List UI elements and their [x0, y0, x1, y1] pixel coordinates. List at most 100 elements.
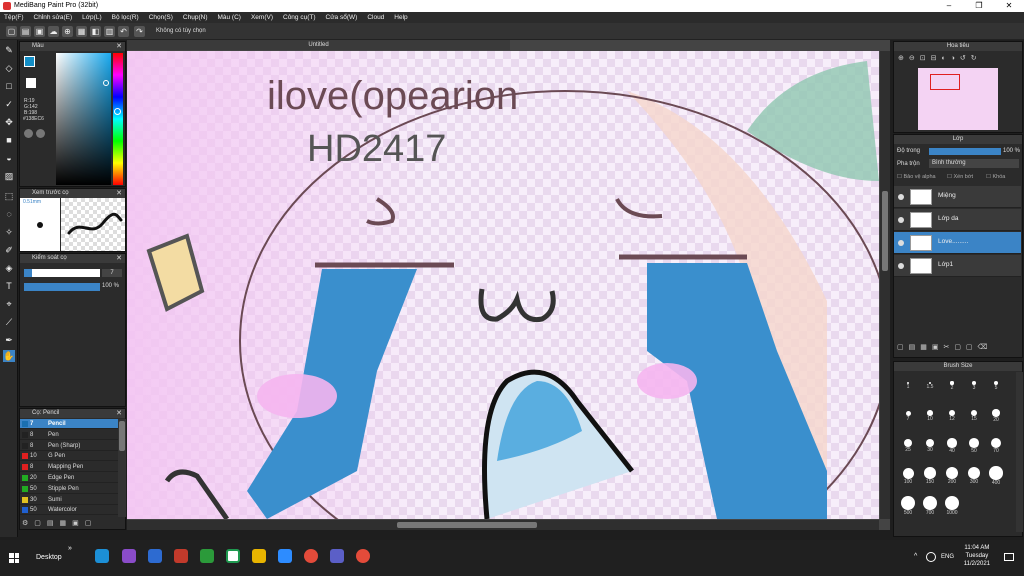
bucket-tool-icon[interactable]: ◒ — [3, 152, 15, 164]
palette-icon[interactable] — [24, 129, 33, 138]
menu-view[interactable]: Xem(V) — [251, 12, 273, 23]
open-icon[interactable]: ▤ — [20, 26, 31, 37]
transparent-color[interactable] — [26, 78, 36, 88]
minimize-button[interactable]: – — [934, 0, 964, 12]
brush-list-item[interactable]: 30 Sumi — [20, 495, 118, 505]
menu-edit[interactable]: Chỉnh sửa(E) — [34, 12, 73, 23]
menu-snap[interactable]: Chụp(N) — [183, 12, 208, 23]
brush-size-option[interactable]: 300 — [964, 466, 984, 485]
brush-tool-icon[interactable]: ✎ — [3, 44, 15, 56]
select-eraser-icon[interactable]: ◈ — [3, 262, 15, 274]
layer-row[interactable]: Miệng — [894, 186, 1021, 208]
medibang-icon[interactable] — [226, 549, 240, 563]
brush-list-item[interactable]: 10 G Pen — [20, 451, 118, 462]
select-pen-icon[interactable]: ✐ — [3, 244, 15, 256]
brush-size-option[interactable]: 1.5 — [920, 376, 940, 390]
zoom-icon[interactable]: ⊕ — [62, 26, 73, 37]
menu-tools[interactable]: Công cụ(T) — [283, 12, 316, 23]
eyedropper-icon[interactable]: ⟋ — [3, 316, 15, 328]
grid-icon[interactable]: ▦ — [76, 26, 87, 37]
brush-list-actions[interactable]: ⚙▢▤▦▣▢ — [22, 519, 126, 529]
menu-filter[interactable]: Bộ lọc(R) — [112, 12, 139, 23]
brush-size-option[interactable]: 700 — [920, 496, 940, 516]
system-clock[interactable]: 11:04 AM Tuesday 11/2/2021 — [964, 544, 990, 568]
maximize-button[interactable]: ❐ — [964, 0, 994, 12]
excel-icon[interactable] — [200, 549, 214, 563]
brush-list-item[interactable]: 50 Stipple Pen — [20, 484, 118, 494]
canvas-vscroll-thumb[interactable] — [882, 191, 888, 271]
menu-select[interactable]: Chọn(S) — [149, 12, 173, 23]
canvas-hscroll[interactable] — [127, 520, 879, 530]
chrome-2-icon[interactable] — [356, 549, 370, 563]
eraser-tool-icon[interactable]: ◇ — [3, 62, 15, 74]
brush-list-item[interactable]: 50 Watercolor — [20, 505, 118, 516]
brush-list-item[interactable]: 7 Pencil — [20, 419, 118, 429]
protect-alpha-checkbox[interactable]: ☐ Bảo vệ alpha — [897, 174, 936, 180]
brush-size-option[interactable]: 400 — [986, 466, 1006, 486]
navigator-thumbnail[interactable] — [918, 68, 998, 130]
layer-visibility-icon[interactable] — [898, 263, 904, 269]
move-tool-icon[interactable]: ✥ — [3, 116, 15, 128]
hand-tool-icon[interactable]: ✋ — [3, 350, 15, 362]
brush-size-slider[interactable] — [24, 269, 100, 277]
brush-list-item[interactable]: 8 Pen (Sharp) — [20, 441, 118, 451]
zoom-icon[interactable] — [278, 549, 292, 563]
menu-color[interactable]: Màu (C) — [217, 12, 240, 23]
network-icon[interactable] — [926, 552, 936, 562]
brush-list-thumb[interactable] — [119, 421, 125, 451]
layer-row[interactable]: Love......... — [894, 232, 1021, 254]
skype-icon[interactable] — [95, 549, 109, 563]
menu-cloud[interactable]: Cloud — [367, 12, 384, 23]
close-button[interactable]: ✕ — [994, 0, 1024, 12]
save-icon[interactable]: ▣ — [34, 26, 45, 37]
brush-size-option[interactable]: 70 — [986, 436, 1006, 454]
magic-wand-icon[interactable]: ✧ — [3, 226, 15, 238]
brush-size-value[interactable]: 7 — [102, 269, 122, 277]
brush-size-option[interactable]: 25 — [898, 436, 918, 453]
saturation-picker[interactable] — [56, 53, 111, 185]
brush-size-option[interactable]: 3 — [964, 376, 984, 391]
brush-list-item[interactable]: 8 Pen — [20, 430, 118, 440]
brush-list-item[interactable]: 20 Edge Pen — [20, 473, 118, 483]
canvas-hscroll-thumb[interactable] — [397, 522, 537, 528]
brush-size-option[interactable]: 7 — [898, 406, 918, 422]
pen-tool-icon[interactable]: ✒ — [3, 334, 15, 346]
language-indicator[interactable]: ENG — [941, 554, 954, 560]
select-tool-icon[interactable]: ⬚ — [3, 190, 15, 202]
lock-checkbox[interactable]: ☐ Khóa — [986, 174, 1005, 180]
brush-size-option[interactable]: 50 — [964, 436, 984, 454]
layer-row[interactable]: Lớp da — [894, 209, 1021, 231]
canvas-vscroll[interactable] — [880, 51, 890, 519]
text-tool-icon[interactable]: T — [3, 280, 15, 292]
brush-size-option[interactable]: 500 — [898, 496, 918, 516]
lasso-tool-icon[interactable]: ◌ — [3, 208, 15, 220]
brush-list-scrollbar[interactable] — [118, 419, 126, 517]
file-explorer-icon[interactable] — [252, 549, 266, 563]
check-tool-icon[interactable]: ✓ — [3, 98, 15, 110]
brush-size-option[interactable]: 100 — [898, 466, 918, 485]
brush-size-option[interactable]: 5 — [986, 376, 1006, 391]
brush-size-option[interactable]: 30 — [920, 436, 940, 453]
menu-file[interactable]: Tệp(F) — [4, 12, 24, 23]
layer-row[interactable]: Lớp1 — [894, 255, 1021, 277]
foreground-color[interactable] — [24, 56, 35, 67]
navigator-tools[interactable]: ⊕⊖⊡⊟◐◑↺↻ — [898, 54, 1018, 65]
desktop-chevron[interactable]: » — [68, 545, 72, 552]
brush-size-scrollbar[interactable] — [1016, 372, 1023, 532]
cloud-icon[interactable]: ☁ — [48, 26, 59, 37]
clipping-checkbox[interactable]: ☐ Xén bớt — [947, 174, 973, 180]
chrome-icon[interactable] — [304, 549, 318, 563]
brush-size-option[interactable]: 40 — [942, 436, 962, 454]
layer-visibility-icon[interactable] — [898, 194, 904, 200]
drawing-canvas[interactable]: ilove(opearion HD2417 — [127, 51, 879, 519]
brush-size-option[interactable]: 15 — [964, 406, 984, 422]
layer-visibility-icon[interactable] — [898, 240, 904, 246]
brush-opacity-slider[interactable] — [24, 283, 100, 291]
redo-icon[interactable]: ↷ — [134, 26, 145, 37]
brush-size-option[interactable]: 2 — [942, 376, 962, 391]
windows-start-icon[interactable] — [9, 553, 19, 563]
brush-size-option[interactable]: 1000 — [942, 496, 962, 516]
undo-icon[interactable]: ↶ — [118, 26, 129, 37]
palette-add-icon[interactable] — [36, 129, 45, 138]
blend-select[interactable]: Bình thường — [929, 159, 1019, 168]
